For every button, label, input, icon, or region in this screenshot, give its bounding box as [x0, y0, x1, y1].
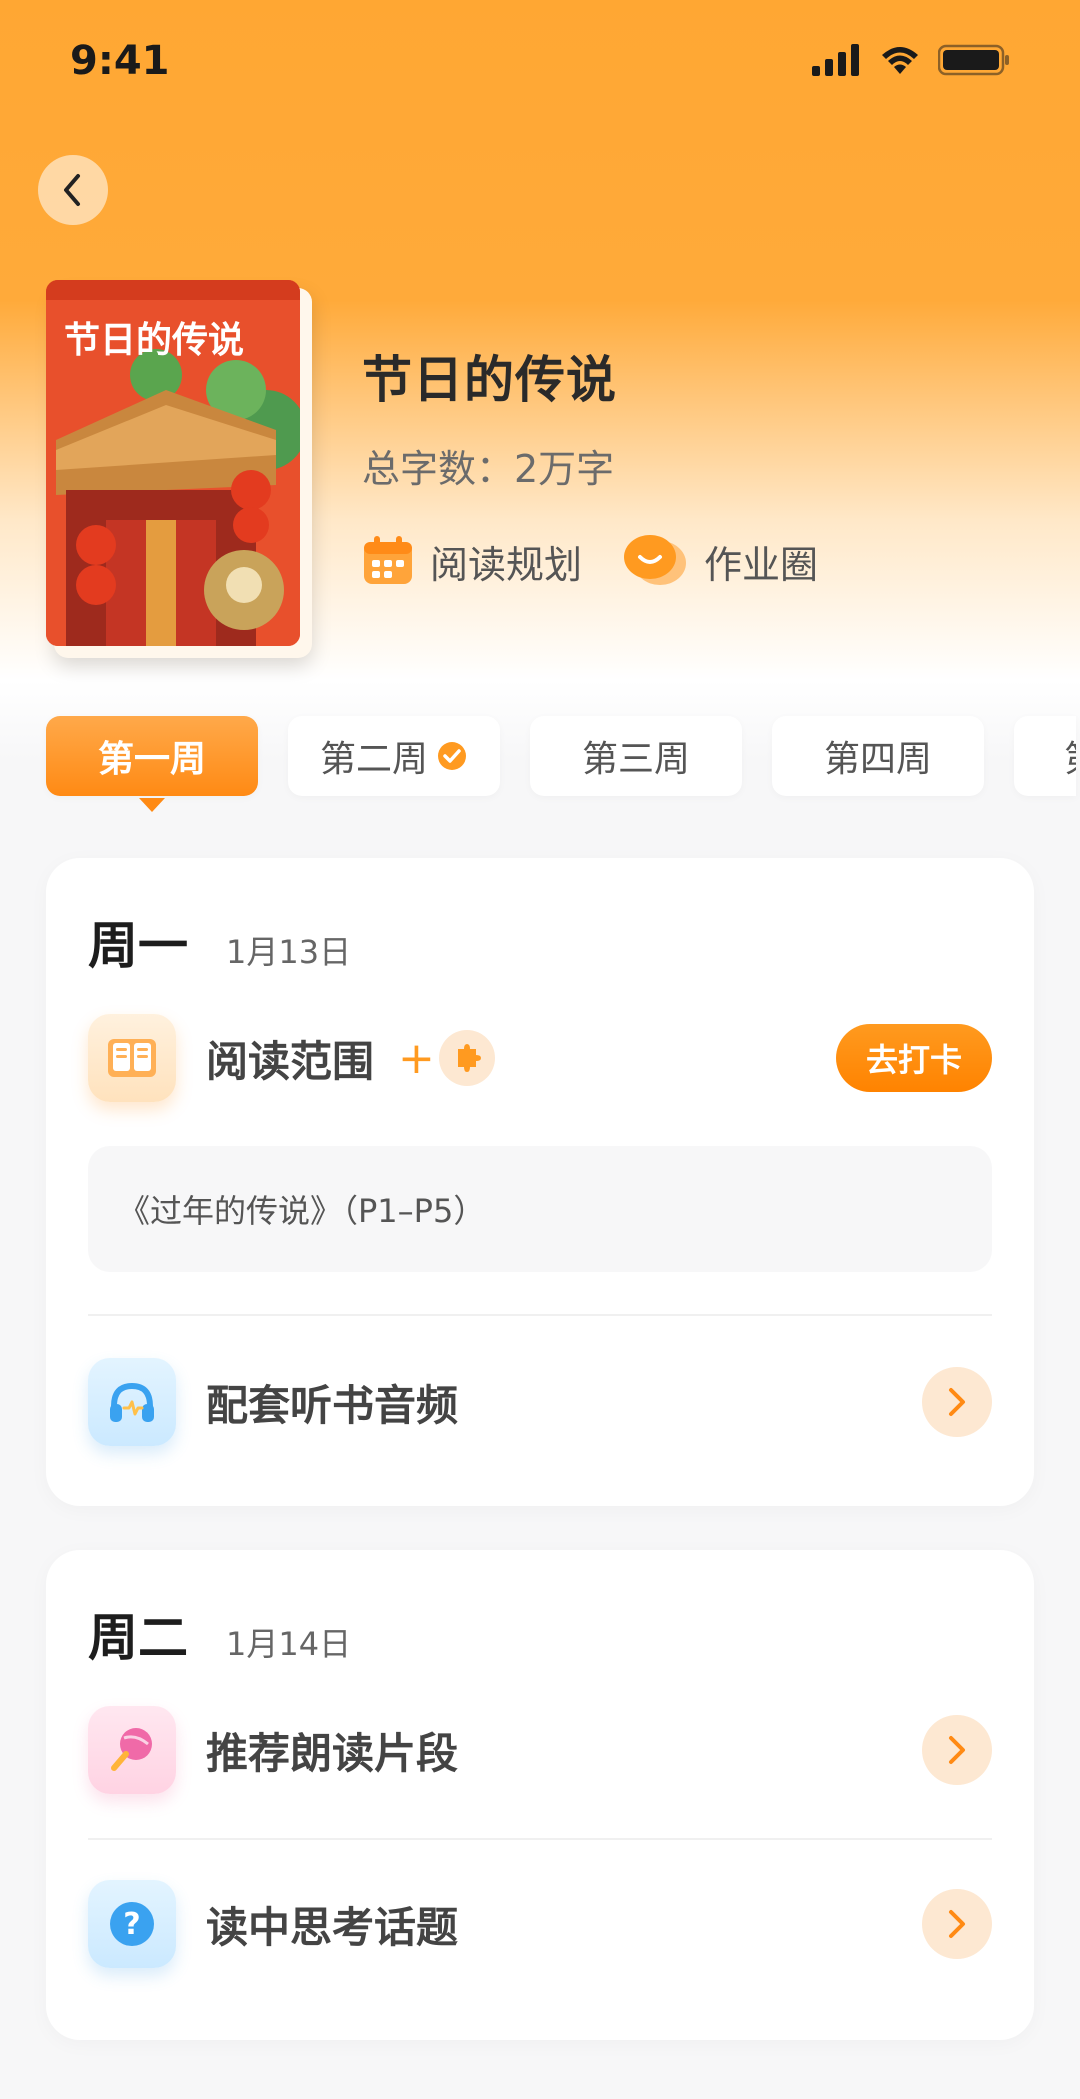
day-name: 周一: [88, 917, 188, 975]
plus-sign: +: [398, 1032, 435, 1084]
svg-text:?: ?: [123, 1907, 140, 1942]
calendar-icon: [364, 536, 412, 584]
audio-arrow-button[interactable]: [922, 1367, 992, 1437]
reading-range-label: 阅读范围: [206, 1036, 375, 1086]
divider: [88, 1838, 992, 1840]
day-header: 周一 1月13日: [88, 906, 351, 978]
recommended-reading-row[interactable]: 推荐朗读片段: [88, 1700, 992, 1800]
tab-week-3[interactable]: 第三周: [530, 716, 742, 796]
chevron-right-icon: [949, 1736, 965, 1764]
tab-week-4-label: 第四周: [823, 739, 932, 780]
audio-label: 配套听书音频: [206, 1380, 459, 1430]
cover-title: 节日的传说: [64, 320, 244, 361]
reading-plan-button[interactable]: 阅读规划: [362, 534, 582, 589]
status-bar: 9:41: [0, 0, 1080, 120]
book-word-count: 总字数：2万字: [362, 447, 615, 491]
wifi-icon: [882, 47, 918, 74]
thinking-topic-row[interactable]: ? 读中思考话题: [88, 1874, 992, 1974]
book-cover[interactable]: 节日的传说: [46, 280, 312, 658]
tab-week-2[interactable]: 第二周: [288, 716, 500, 796]
day-header: 周二 1月14日: [88, 1598, 351, 1670]
checkin-button[interactable]: 去打卡: [836, 1024, 992, 1092]
chevron-left-icon: [64, 174, 80, 206]
puzzle-icon[interactable]: [438, 1030, 495, 1086]
tab-week-2-label: 第二周: [319, 739, 428, 780]
tab-week-1[interactable]: 第一周: [46, 716, 258, 812]
thinking-topic-arrow-button[interactable]: [922, 1889, 992, 1959]
signal-icon: [812, 44, 859, 76]
lollipop-icon: [88, 1706, 176, 1794]
book-icon: [88, 1014, 176, 1102]
book-cover-image: 节日的传说: [46, 280, 300, 646]
book-title: 节日的传说: [362, 351, 617, 409]
homework-circle-label: 作业圈: [704, 542, 819, 587]
chat-bubble-icon: [624, 535, 687, 585]
tab-week-5[interactable]: 第: [1014, 716, 1076, 796]
book-actions: 阅读规划 作业圈: [362, 533, 818, 589]
tab-week-4[interactable]: 第四周: [772, 716, 984, 796]
day-card-monday: 周一 1月13日 阅读范围 + 去打卡 《过年的传说》（P1–P5） 配套听书音…: [46, 858, 1034, 1506]
recommended-reading-arrow-button[interactable]: [922, 1715, 992, 1785]
tab-week-3-label: 第三周: [581, 739, 690, 780]
divider: [88, 1314, 992, 1316]
cover-illustration: 节日的传说: [46, 280, 300, 646]
thinking-topic-label: 读中思考话题: [206, 1902, 459, 1952]
homework-circle-button[interactable]: 作业圈: [622, 533, 818, 589]
day-card-tuesday: 周二 1月14日 推荐朗读片段 ? 读中思考话题: [46, 1550, 1034, 2040]
reading-range-row: 阅读范围 + 去打卡: [88, 1008, 992, 1108]
tab-week-1-label: 第一周: [97, 739, 206, 780]
tab-week-5-label: 第: [1064, 730, 1076, 782]
book-info: 节日的传说 总字数：2万字 阅读规划 作业圈: [362, 340, 818, 589]
chevron-right-icon: [949, 1388, 965, 1416]
audio-row[interactable]: 配套听书音频: [88, 1352, 992, 1452]
battery-icon: [938, 44, 1009, 76]
day-date: 1月14日: [226, 1625, 352, 1663]
recommended-reading-label: 推荐朗读片段: [206, 1728, 459, 1778]
reading-range-box: 《过年的传说》（P1–P5）: [88, 1146, 992, 1272]
question-icon: ?: [88, 1880, 176, 1968]
status-icons: [812, 44, 1010, 76]
back-button[interactable]: [38, 155, 108, 225]
reading-plan-label: 阅读规划: [430, 542, 583, 587]
day-date: 1月13日: [226, 933, 352, 971]
headphones-icon: [88, 1358, 176, 1446]
day-name: 周二: [88, 1609, 188, 1667]
status-time: 9:41: [70, 38, 170, 84]
reading-range-text: 《过年的传说》（P1–P5）: [118, 1192, 486, 1230]
week-tabs: 第一周 第二周 第三周 第四周 第: [46, 716, 1076, 812]
check-circle-icon: [438, 742, 466, 770]
chevron-right-icon: [949, 1910, 965, 1938]
